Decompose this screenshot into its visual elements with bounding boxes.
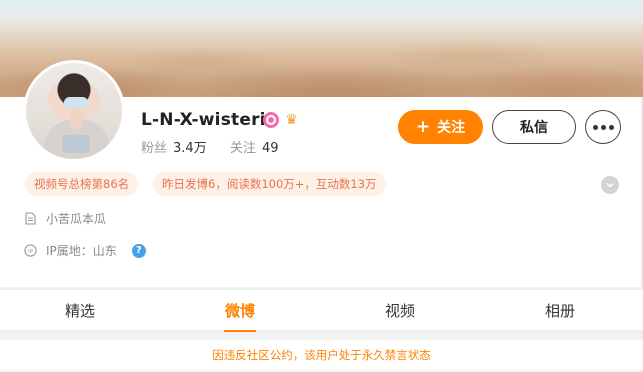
follow-button-label: 关注 bbox=[437, 120, 466, 136]
tab-videos[interactable]: 视频 bbox=[340, 290, 460, 332]
avatar-mask bbox=[64, 97, 88, 108]
message-button[interactable]: 私信 bbox=[492, 110, 576, 144]
avatar-hands bbox=[70, 109, 82, 129]
ban-notice: 因违反社区公约，该用户处于永久禁言状态 bbox=[0, 340, 643, 370]
ellipsis-icon bbox=[600, 124, 606, 130]
ip-location-icon: IP bbox=[24, 244, 37, 257]
following-label: 关注 bbox=[230, 141, 257, 156]
following-count: 49 bbox=[262, 141, 279, 156]
ip-location-row: IP IP属地：山东 ? bbox=[24, 242, 146, 259]
message-button-label: 私信 bbox=[520, 120, 548, 136]
video-rank-tag[interactable]: 视频号总榜第86名 bbox=[25, 172, 139, 196]
document-icon bbox=[24, 212, 37, 225]
followers-count: 3.4万 bbox=[173, 141, 207, 156]
profile-username: L-N-X-wisteria bbox=[141, 110, 278, 130]
ellipsis-icon bbox=[592, 124, 598, 130]
daily-stats-tag[interactable]: 昨日发博6，阅读数100万+，互动数13万 bbox=[153, 172, 386, 196]
plus-icon: + bbox=[415, 117, 431, 137]
more-options-button[interactable] bbox=[585, 110, 621, 144]
bio-text: 小苦瓜本瓜 bbox=[46, 212, 107, 226]
ellipsis-icon bbox=[608, 124, 614, 130]
profile-tabs: 精选 微博 视频 相册 bbox=[0, 289, 643, 332]
help-icon[interactable]: ? bbox=[131, 243, 146, 258]
followers-stat[interactable]: 粉丝 3.4万 bbox=[141, 137, 207, 156]
followers-label: 粉丝 bbox=[141, 141, 168, 156]
follow-button[interactable]: + 关注 bbox=[398, 110, 483, 144]
chevron-down-icon[interactable] bbox=[601, 176, 619, 194]
avatar[interactable] bbox=[23, 60, 125, 162]
tab-weibo[interactable]: 微博 bbox=[180, 290, 300, 332]
avatar-logo bbox=[62, 135, 90, 153]
tab-featured[interactable]: 精选 bbox=[20, 290, 140, 332]
bio-row: 小苦瓜本瓜 bbox=[24, 210, 106, 227]
tab-album[interactable]: 相册 bbox=[500, 290, 620, 332]
vip-badge-icon[interactable] bbox=[263, 112, 279, 128]
svg-text:IP: IP bbox=[28, 249, 34, 255]
following-stat[interactable]: 关注 49 bbox=[230, 137, 279, 156]
crown-badge-icon[interactable]: ♛ bbox=[283, 112, 300, 128]
ip-location-text: IP属地：山东 bbox=[46, 244, 117, 258]
